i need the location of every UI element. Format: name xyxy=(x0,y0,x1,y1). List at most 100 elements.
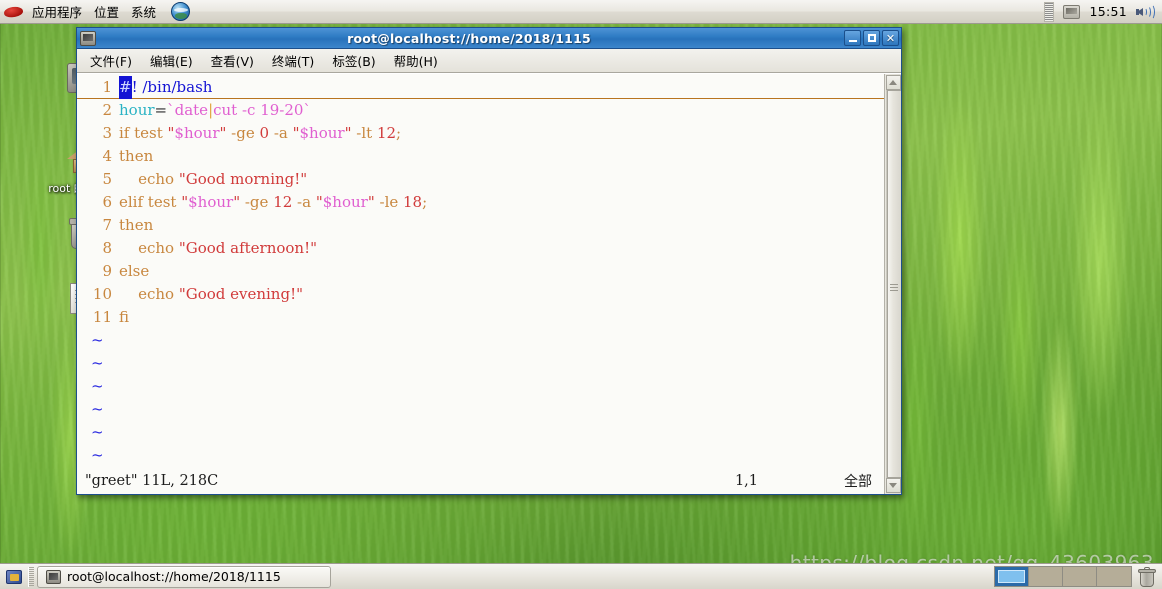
vim-token: = xyxy=(154,101,168,119)
vim-token: "Good evening!" xyxy=(178,285,304,303)
vim-line-text: echo "Good afternoon!" xyxy=(119,237,317,260)
vim-line: 6 elif test "$hour" -ge 12 -a "$hour" -le… xyxy=(77,191,884,214)
panel-right-group xyxy=(994,566,1162,587)
workspace-switcher[interactable] xyxy=(994,566,1132,587)
menu-file[interactable]: 文件(F) xyxy=(81,49,141,72)
vim-token: -ge xyxy=(226,124,260,142)
vim-token: " xyxy=(292,124,300,142)
clock[interactable]: 15:51 xyxy=(1089,4,1127,19)
vim-status-line: "greet" 11L, 218C 1,1 全部 xyxy=(77,467,884,494)
vim-status-position: 1,1 xyxy=(734,472,758,489)
vim-token: then xyxy=(119,216,154,234)
volume-icon[interactable] xyxy=(1136,3,1155,20)
vim-token: `date xyxy=(167,101,209,119)
terminal-window: root@localhost://home/2018/1115 ✕ 文件(F) … xyxy=(76,27,902,495)
vim-line: 2 hour=`date|cut -c 19-20` xyxy=(77,99,884,122)
vim-line: 7 then xyxy=(77,214,884,237)
scroll-down-button[interactable] xyxy=(885,478,901,493)
vim-token: -a xyxy=(292,193,316,211)
workspace-1[interactable] xyxy=(995,567,1029,586)
vim-line: 11 fi xyxy=(77,306,884,329)
window-title: root@localhost://home/2018/1115 xyxy=(347,30,591,46)
workspace-4[interactable] xyxy=(1097,567,1131,586)
vim-token: if test xyxy=(119,124,168,142)
workspace-3[interactable] xyxy=(1063,567,1097,586)
vim-line-number: 1 xyxy=(102,77,112,96)
vim-token: echo xyxy=(119,285,179,303)
vim-token: 0 xyxy=(259,124,270,142)
panel-menu-applications[interactable]: 应用程序 xyxy=(26,1,88,23)
top-panel: 应用程序 位置 系统 15:51 xyxy=(0,0,1162,24)
firefox-icon[interactable] xyxy=(171,2,191,21)
vim-token: " xyxy=(344,124,352,142)
vim-line-text: hour=`date|cut -c 19-20` xyxy=(119,99,311,122)
vim-token: ; xyxy=(396,124,402,142)
taskbar-window-button[interactable]: root@localhost://home/2018/1115 xyxy=(37,565,331,588)
vim-token: ; xyxy=(422,193,428,211)
terminal-icon xyxy=(46,569,61,584)
menu-tabs[interactable]: 标签(B) xyxy=(323,49,384,72)
vim-line: 8 echo "Good afternoon!" xyxy=(77,237,884,260)
menu-edit[interactable]: 编辑(E) xyxy=(141,49,202,72)
vertical-scrollbar[interactable] xyxy=(884,74,901,494)
vim-empty-line: ~ xyxy=(77,421,884,444)
menu-help[interactable]: 帮助(H) xyxy=(385,49,447,72)
vim-line: 4 then xyxy=(77,145,884,168)
vim-line-number: 9 xyxy=(102,262,112,280)
scrollbar-thumb[interactable] xyxy=(886,90,901,478)
vim-empty-line: ~ xyxy=(77,329,884,352)
vim-line-text: then xyxy=(119,214,153,237)
vim-line-text: then xyxy=(119,145,153,168)
vim-empty-line: ~ xyxy=(77,375,884,398)
maximize-button[interactable] xyxy=(863,30,880,46)
vim-line-number: 6 xyxy=(102,193,112,211)
vim-token: $hour xyxy=(322,193,368,211)
vim-empty-line: ~ xyxy=(77,352,884,375)
cpu-graph-icon[interactable] xyxy=(1044,1,1055,22)
bottom-panel: root@localhost://home/2018/1115 xyxy=(0,563,1162,589)
vim-line-text: else xyxy=(119,260,149,283)
vim-token: $hour xyxy=(299,124,345,142)
trash-icon[interactable] xyxy=(1138,566,1156,587)
vim-token: "Good morning!" xyxy=(178,170,308,188)
vim-token: fi xyxy=(119,308,130,326)
menu-view[interactable]: 查看(V) xyxy=(202,49,263,72)
panel-menu-system[interactable]: 系统 xyxy=(125,1,162,23)
vim-line-text: if test "$hour" -ge 0 -a "$hour" -lt 12; xyxy=(119,122,401,145)
vim-line-number: 5 xyxy=(102,170,112,188)
vim-line: 1 #! /bin/bash xyxy=(77,75,884,99)
vim-token: $hour xyxy=(174,124,220,142)
panel-separator xyxy=(28,566,34,587)
vim-token: -a xyxy=(269,124,293,142)
vim-token: then xyxy=(119,147,154,165)
vim-token: 18 xyxy=(403,193,423,211)
menu-terminal[interactable]: 终端(T) xyxy=(263,49,323,72)
scrollbar-track[interactable] xyxy=(885,90,901,478)
vim-token: " xyxy=(315,193,323,211)
terminal-body[interactable]: 1 #! /bin/bash 2 hour=`date|cut -c 19-20` 3 i… xyxy=(77,73,901,494)
minimize-button[interactable] xyxy=(844,30,861,46)
scroll-up-button[interactable] xyxy=(885,75,901,90)
vim-line: 3 if test "$hour" -ge 0 -a "$hour" -lt 12… xyxy=(77,122,884,145)
redhat-logo-icon[interactable] xyxy=(3,3,24,20)
vim-editor[interactable]: 1 #! /bin/bash 2 hour=`date|cut -c 19-20` 3 i… xyxy=(77,74,884,494)
workspace-2[interactable] xyxy=(1029,567,1063,586)
close-button[interactable]: ✕ xyxy=(882,30,899,46)
vim-token: echo xyxy=(119,239,179,257)
vim-token: -le xyxy=(374,193,404,211)
vim-line-text: fi xyxy=(119,306,129,329)
vim-line: 9 else xyxy=(77,260,884,283)
window-titlebar[interactable]: root@localhost://home/2018/1115 ✕ xyxy=(77,28,901,49)
vim-token: 12 xyxy=(376,124,397,142)
panel-menu-label: 位置 xyxy=(94,5,120,20)
vim-empty-line: ~ xyxy=(77,444,884,467)
tilde-marker: ~ xyxy=(91,377,104,395)
vim-token: elif test xyxy=(119,193,182,211)
panel-menu-places[interactable]: 位置 xyxy=(88,1,125,23)
display-icon[interactable] xyxy=(1063,4,1081,19)
tilde-marker: ~ xyxy=(91,446,104,464)
vim-token: " xyxy=(367,193,375,211)
show-desktop-button[interactable] xyxy=(3,566,25,588)
terminal-icon xyxy=(80,30,96,46)
vim-empty-markers: ~ ~ ~ ~ ~ ~ xyxy=(77,329,884,467)
